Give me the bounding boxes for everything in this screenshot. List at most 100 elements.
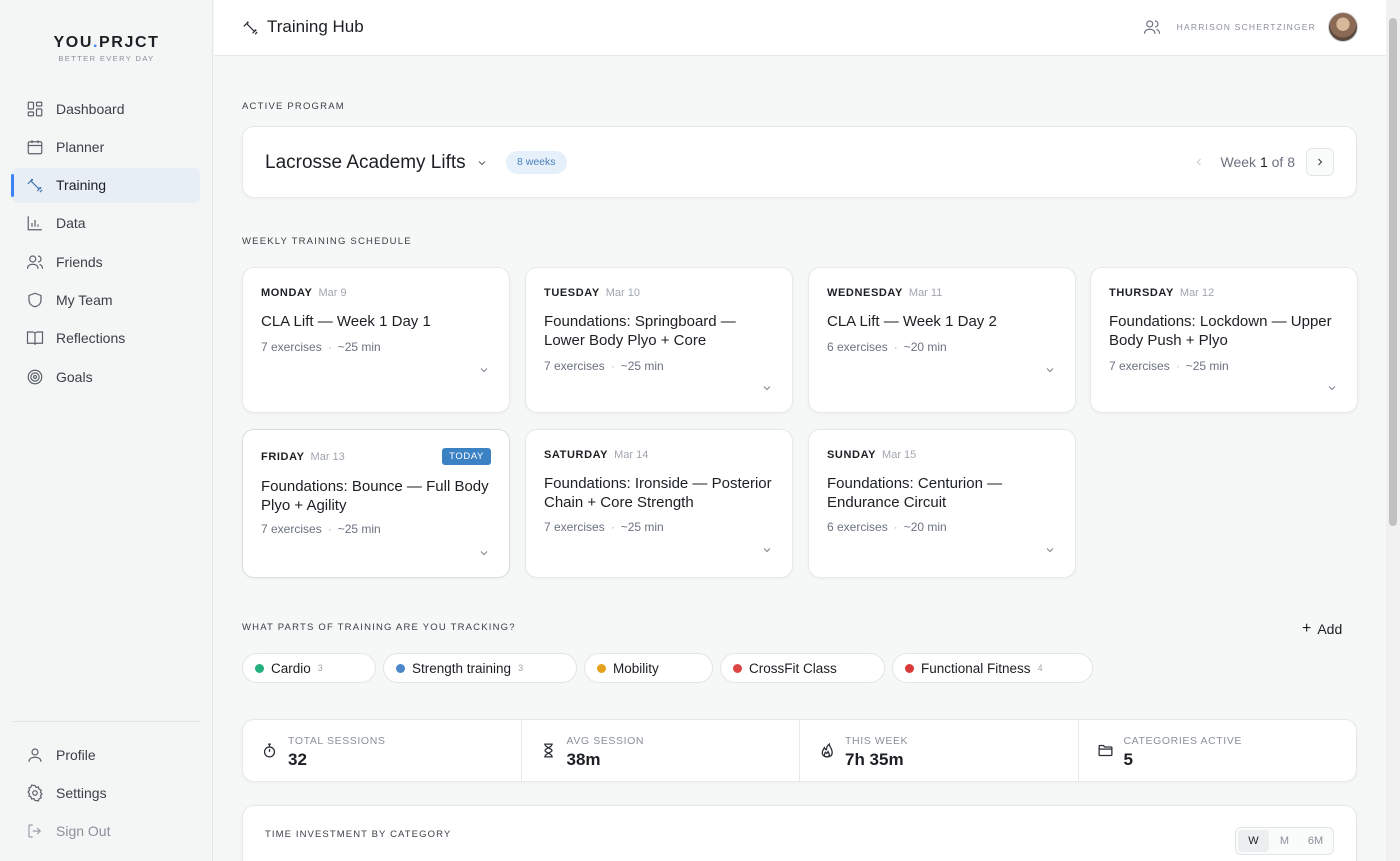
day-card-saturday[interactable]: SATURDAY Mar 14 Foundations: Ironside — P… xyxy=(525,429,793,578)
program-name: Lacrosse Academy Lifts xyxy=(265,152,466,173)
main-nav: Dashboard Planner Training Data Friends … xyxy=(11,91,200,397)
bar-chart-icon xyxy=(27,216,42,231)
day-card-monday[interactable]: MONDAY Mar 9 CLA Lift — Week 1 Day 1 7 ex… xyxy=(242,267,510,413)
scrollbar-thumb[interactable] xyxy=(1389,18,1397,526)
sidebar-item-label: My Team xyxy=(56,291,113,308)
sidebar-item-label: Friends xyxy=(56,253,103,270)
chevron-down-icon[interactable] xyxy=(478,364,490,376)
workout-title: Foundations: Centurion — Endurance Circu… xyxy=(827,475,1003,511)
users-icon[interactable] xyxy=(1143,18,1161,36)
category-chip-strength-training[interactable]: Strength training 3 xyxy=(383,653,577,683)
day-date: Mar 11 xyxy=(908,287,943,299)
sidebar-item-training[interactable]: Training xyxy=(11,167,200,203)
category-chip-cardio[interactable]: Cardio 3 xyxy=(242,653,376,683)
add-category-button[interactable]: + Add xyxy=(1302,620,1342,638)
stat-label: CATEGORIES ACTIVE xyxy=(1123,735,1243,747)
sidebar-item-my-team[interactable]: My Team xyxy=(12,282,200,317)
dumbbell-icon xyxy=(243,20,258,35)
sidebar-item-profile[interactable]: Profile xyxy=(12,737,200,772)
sidebar-divider xyxy=(12,721,200,722)
day-date: Mar 9 xyxy=(318,287,347,299)
dumbbell-icon xyxy=(27,178,43,193)
category-chip-mobility[interactable]: Mobility xyxy=(584,653,713,683)
week-navigator: Week 1 of 8 xyxy=(1185,148,1334,176)
workout-meta: 7 exercises · ~25 min xyxy=(261,522,381,536)
chevron-down-icon xyxy=(478,161,486,166)
stat-value: 5 xyxy=(1123,750,1133,769)
day-card-wednesday[interactable]: WEDNESDAY Mar 11 CLA Lift — Week 1 Day 2 … xyxy=(808,267,1076,413)
range-month-button[interactable]: M xyxy=(1269,830,1300,852)
category-dot xyxy=(396,663,405,673)
day-card-tuesday[interactable]: TUESDAY Mar 10 Foundations: Springboard —… xyxy=(525,267,793,413)
stat-label: THIS WEEK xyxy=(845,735,909,747)
avatar[interactable] xyxy=(1328,12,1358,42)
sign-out-icon xyxy=(28,824,42,838)
category-name: CrossFit Class xyxy=(749,660,837,676)
next-week-button[interactable] xyxy=(1306,148,1334,176)
time-investment-card: TIME INVESTMENT BY CATEGORY W M 6M xyxy=(242,805,1357,861)
workout-meta: 6 exercises · ~20 min xyxy=(827,520,947,534)
sidebar-item-sign-out[interactable]: Sign Out xyxy=(12,814,200,849)
sidebar-item-planner[interactable]: Planner xyxy=(12,129,200,164)
day-date: Mar 14 xyxy=(614,449,649,461)
user-menu[interactable]: HARRISON SCHERTZINGER xyxy=(1143,12,1358,42)
workout-title: CLA Lift — Week 1 Day 2 xyxy=(827,313,997,330)
stat-value: 7h 35m xyxy=(845,750,904,769)
workout-title: CLA Lift — Week 1 Day 1 xyxy=(261,313,431,330)
day-name: SUNDAY xyxy=(827,449,877,461)
program-selector[interactable]: Lacrosse Academy Lifts xyxy=(265,152,488,174)
workout-title: Foundations: Bounce — Full Body Plyo + A… xyxy=(261,478,489,514)
category-dot xyxy=(905,663,914,673)
sidebar-item-label: Goals xyxy=(56,368,93,385)
category-dot xyxy=(733,663,742,673)
sidebar-item-label: Profile xyxy=(56,746,96,763)
sidebar-item-data[interactable]: Data xyxy=(12,206,200,241)
sidebar-item-dashboard[interactable]: Dashboard xyxy=(12,91,200,126)
stopwatch-icon xyxy=(263,743,276,758)
day-card-sunday[interactable]: SUNDAY Mar 15 Foundations: Centurion — En… xyxy=(808,429,1076,578)
chevron-down-icon[interactable] xyxy=(478,547,490,559)
stat-this-week: THIS WEEK 7h 35m xyxy=(800,720,1079,781)
day-date: Mar 12 xyxy=(1179,287,1215,299)
previous-week-button[interactable] xyxy=(1185,148,1213,176)
book-icon xyxy=(26,331,44,346)
secondary-nav: Profile Settings Sign Out xyxy=(12,737,200,852)
stat-categories-active: CATEGORIES ACTIVE 5 xyxy=(1079,720,1357,781)
chevron-down-icon[interactable] xyxy=(761,544,773,556)
sidebar-item-friends[interactable]: Friends xyxy=(12,244,200,279)
brand-logo[interactable]: YOU.PRJCT BETTER EVERY DAY xyxy=(0,34,213,63)
category-count: 3 xyxy=(518,663,524,673)
stat-label: TOTAL SESSIONS xyxy=(288,735,386,747)
category-name: Mobility xyxy=(613,660,659,676)
range-6-months-button[interactable]: 6M xyxy=(1300,830,1331,852)
sidebar-item-label: Training xyxy=(56,177,107,194)
time-investment-title: TIME INVESTMENT BY CATEGORY xyxy=(265,829,452,840)
day-card-friday[interactable]: FRIDAY Mar 13 TODAY Foundations: Bounce —… xyxy=(242,429,510,578)
active-program-label: ACTIVE PROGRAM xyxy=(242,101,345,112)
chevron-down-icon[interactable] xyxy=(1044,364,1056,376)
sidebar-item-settings[interactable]: Settings xyxy=(12,775,200,810)
day-name: FRIDAY xyxy=(261,451,305,463)
chevron-down-icon[interactable] xyxy=(1044,544,1056,556)
category-chip-crossfit-class[interactable]: CrossFit Class xyxy=(720,653,885,683)
category-chip-functional-fitness[interactable]: Functional Fitness 4 xyxy=(892,653,1093,683)
sidebar-item-reflections[interactable]: Reflections xyxy=(12,321,200,356)
category-name: Functional Fitness xyxy=(921,660,1031,676)
day-name: SATURDAY xyxy=(544,449,609,461)
range-week-button[interactable]: W xyxy=(1238,830,1269,852)
chevron-down-icon[interactable] xyxy=(761,382,773,394)
sidebar-item-label: Settings xyxy=(56,784,107,801)
day-card-thursday[interactable]: THURSDAY Mar 12 Foundations: Lockdown — U… xyxy=(1090,267,1358,413)
plus-icon: + xyxy=(1302,620,1312,637)
grid-icon xyxy=(27,101,43,116)
page-scrollbar[interactable] xyxy=(1386,0,1400,861)
day-name: MONDAY xyxy=(261,287,313,299)
chevron-right-icon xyxy=(1318,158,1323,166)
brand-name: YOU.PRJCT xyxy=(53,34,160,51)
sidebar-item-goals[interactable]: Goals xyxy=(12,359,200,394)
day-date: Mar 15 xyxy=(882,449,917,461)
users-icon xyxy=(26,255,44,269)
chevron-down-icon[interactable] xyxy=(1326,382,1338,394)
folder-icon xyxy=(1097,744,1113,757)
day-name: TUESDAY xyxy=(544,287,600,299)
